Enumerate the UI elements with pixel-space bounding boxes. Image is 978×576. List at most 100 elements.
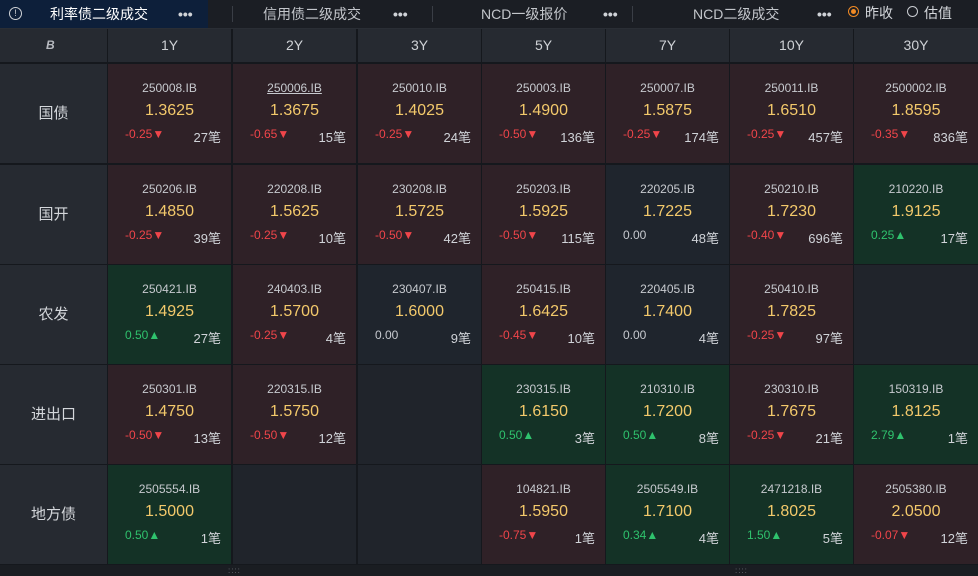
quote-cell[interactable]: 230208.IB 1.5725 -0.50▼ 42笔 <box>358 165 481 264</box>
bond-code[interactable]: 250203.IB <box>482 182 605 196</box>
bond-code[interactable]: 250011.IB <box>730 81 853 95</box>
bond-code[interactable]: 2505549.IB <box>606 482 729 496</box>
yield-change: 0.00 <box>623 228 647 242</box>
bond-code[interactable]: 250415.IB <box>482 282 605 296</box>
yield-price: 1.3675 <box>270 102 319 119</box>
quote-cell[interactable]: 250421.IB 1.4925 0.50▲ 27笔 <box>108 265 231 364</box>
tab-credit-bond-secondary[interactable]: 信用债二级成交 ••• <box>233 0 433 28</box>
quote-cell[interactable]: 230310.IB 1.7675 -0.25▼ 21笔 <box>730 365 853 464</box>
quote-cell[interactable]: 210310.IB 1.7200 0.50▲ 8笔 <box>606 365 729 464</box>
yield-price: 1.7400 <box>643 303 692 320</box>
quote-cell[interactable]: 220205.IB 1.7225 0.00 48笔 <box>606 165 729 264</box>
bond-code[interactable]: 240403.IB <box>233 282 356 296</box>
bond-code[interactable]: 250007.IB <box>606 81 729 95</box>
quote-cell[interactable]: 250410.IB 1.7825 -0.25▼ 97笔 <box>730 265 853 364</box>
bond-code[interactable]: 230310.IB <box>730 382 853 396</box>
bond-code[interactable]: 250301.IB <box>108 382 231 396</box>
quote-cell[interactable]: 2505554.IB 1.5000 0.50▲ 1笔 <box>108 465 231 564</box>
quote-cell[interactable]: 250415.IB 1.6425 -0.45▼ 10笔 <box>482 265 605 364</box>
resize-grip-icon[interactable]: :::: <box>735 566 748 575</box>
column-header-7y[interactable]: 7Y <box>606 29 729 62</box>
resize-grip-icon[interactable]: :::: <box>228 566 241 575</box>
column-header-5y[interactable]: 5Y <box>482 29 605 62</box>
yield-price: 1.8595 <box>891 102 941 119</box>
bond-code[interactable]: 2471218.IB <box>730 482 853 496</box>
more-icon[interactable]: ••• <box>178 0 193 28</box>
more-icon[interactable]: ••• <box>603 0 618 28</box>
quote-cell[interactable]: 250011.IB 1.6510 -0.25▼ 457笔 <box>730 64 853 163</box>
yield-change: 0.00 <box>375 328 399 342</box>
info-icon[interactable]: ! <box>9 7 22 20</box>
quote-cell[interactable]: 250007.IB 1.5875 -0.25▼ 174笔 <box>606 64 729 163</box>
bond-code[interactable]: 2505380.IB <box>854 482 978 496</box>
bond-code[interactable]: 250010.IB <box>358 81 481 95</box>
bond-code[interactable]: 230208.IB <box>358 182 481 196</box>
quote-cell[interactable]: 104821.IB 1.5950 -0.75▼ 1笔 <box>482 465 605 564</box>
bond-code[interactable]: 2505554.IB <box>108 482 231 496</box>
trade-count: 457笔 <box>808 130 843 145</box>
bond-code[interactable]: 250410.IB <box>730 282 853 296</box>
bond-code[interactable]: 230315.IB <box>482 382 605 396</box>
bond-code[interactable]: 220315.IB <box>233 382 356 396</box>
quote-cell[interactable]: 250210.IB 1.7230 -0.40▼ 696笔 <box>730 165 853 264</box>
bond-code[interactable]: 210220.IB <box>854 182 978 196</box>
quote-cell[interactable]: 210220.IB 1.9125 0.25▲ 17笔 <box>854 165 978 264</box>
bond-code[interactable]: 250003.IB <box>482 81 605 95</box>
radio-label: 估值 <box>924 5 952 21</box>
quote-cell[interactable]: 2505380.IB 2.0500 -0.07▼ 12笔 <box>854 465 978 564</box>
quote-cell[interactable]: 230407.IB 1.6000 0.00 9笔 <box>358 265 481 364</box>
quote-cell[interactable]: 240403.IB 1.5700 -0.25▼ 4笔 <box>233 265 356 364</box>
quote-cell[interactable]: 220315.IB 1.5750 -0.50▼ 12笔 <box>233 365 356 464</box>
yield-price: 1.5750 <box>270 403 319 420</box>
bond-code[interactable]: 250008.IB <box>108 81 231 95</box>
bottom-scroll-bar[interactable] <box>0 565 978 576</box>
quote-cell[interactable]: 2471218.IB 1.8025 1.50▲ 5笔 <box>730 465 853 564</box>
radio-unselected-icon <box>907 6 918 17</box>
column-header-2y[interactable]: 2Y <box>233 29 356 62</box>
trade-count: 17笔 <box>940 231 968 246</box>
column-header-1y[interactable]: 1Y <box>108 29 231 62</box>
yield-price: 1.3625 <box>145 102 194 119</box>
column-header-30y[interactable]: 30Y <box>854 29 978 62</box>
radio-valuation[interactable]: 估值 <box>907 0 967 28</box>
yield-change: -0.75▼ <box>499 528 539 542</box>
quote-cell[interactable]: 250203.IB 1.5925 -0.50▼ 115笔 <box>482 165 605 264</box>
quote-cell[interactable]: 150319.IB 1.8125 2.79▲ 1笔 <box>854 365 978 464</box>
bond-code[interactable]: 250006.IB <box>233 81 356 95</box>
bond-code[interactable]: 2500002.IB <box>854 81 978 95</box>
bond-code[interactable]: 250421.IB <box>108 282 231 296</box>
column-header-10y[interactable]: 10Y <box>730 29 853 62</box>
quote-cell[interactable]: 2505549.IB 1.7100 0.34▲ 4笔 <box>606 465 729 564</box>
quote-cell[interactable]: 250003.IB 1.4900 -0.50▼ 136笔 <box>482 64 605 163</box>
yield-change: -0.25▼ <box>250 328 290 342</box>
quote-cell[interactable]: 220208.IB 1.5625 -0.25▼ 10笔 <box>233 165 356 264</box>
more-icon[interactable]: ••• <box>393 0 408 28</box>
bond-code[interactable]: 250210.IB <box>730 182 853 196</box>
quote-cell[interactable]: 2500002.IB 1.8595 -0.35▼ 836笔 <box>854 64 978 163</box>
bond-code[interactable]: 150319.IB <box>854 382 978 396</box>
quote-cell[interactable]: 220405.IB 1.7400 0.00 4笔 <box>606 265 729 364</box>
tab-ncd-secondary[interactable]: NCD二级成交 ••• <box>633 0 837 28</box>
radio-label: 昨收 <box>865 5 893 21</box>
yield-price: 2.0500 <box>891 503 941 520</box>
bond-code[interactable]: 220205.IB <box>606 182 729 196</box>
tab-rate-bond-secondary[interactable]: ! 利率债二级成交 ••• <box>0 0 208 28</box>
yield-price: 1.5000 <box>145 503 194 520</box>
bond-code[interactable]: 220405.IB <box>606 282 729 296</box>
quote-cell[interactable]: 250006.IB 1.3675 -0.65▼ 15笔 <box>233 64 356 163</box>
bond-code[interactable]: 220208.IB <box>233 182 356 196</box>
bond-code[interactable]: 250206.IB <box>108 182 231 196</box>
quote-cell[interactable]: 250301.IB 1.4750 -0.50▼ 13笔 <box>108 365 231 464</box>
quote-cell[interactable]: 230315.IB 1.6150 0.50▲ 3笔 <box>482 365 605 464</box>
quote-cell[interactable]: 250008.IB 1.3625 -0.25▼ 27笔 <box>108 64 231 163</box>
more-icon[interactable]: ••• <box>817 0 832 28</box>
yield-change: -0.25▼ <box>250 228 290 242</box>
radio-prev-close[interactable]: 昨收 <box>848 0 906 28</box>
bond-code[interactable]: 210310.IB <box>606 382 729 396</box>
column-header-3y[interactable]: 3Y <box>358 29 481 62</box>
bond-code[interactable]: 104821.IB <box>482 482 605 496</box>
tab-ncd-primary-quote[interactable]: NCD一级报价 ••• <box>433 0 633 28</box>
quote-cell[interactable]: 250206.IB 1.4850 -0.25▼ 39笔 <box>108 165 231 264</box>
bond-code[interactable]: 230407.IB <box>358 282 481 296</box>
quote-cell[interactable]: 250010.IB 1.4025 -0.25▼ 24笔 <box>358 64 481 163</box>
